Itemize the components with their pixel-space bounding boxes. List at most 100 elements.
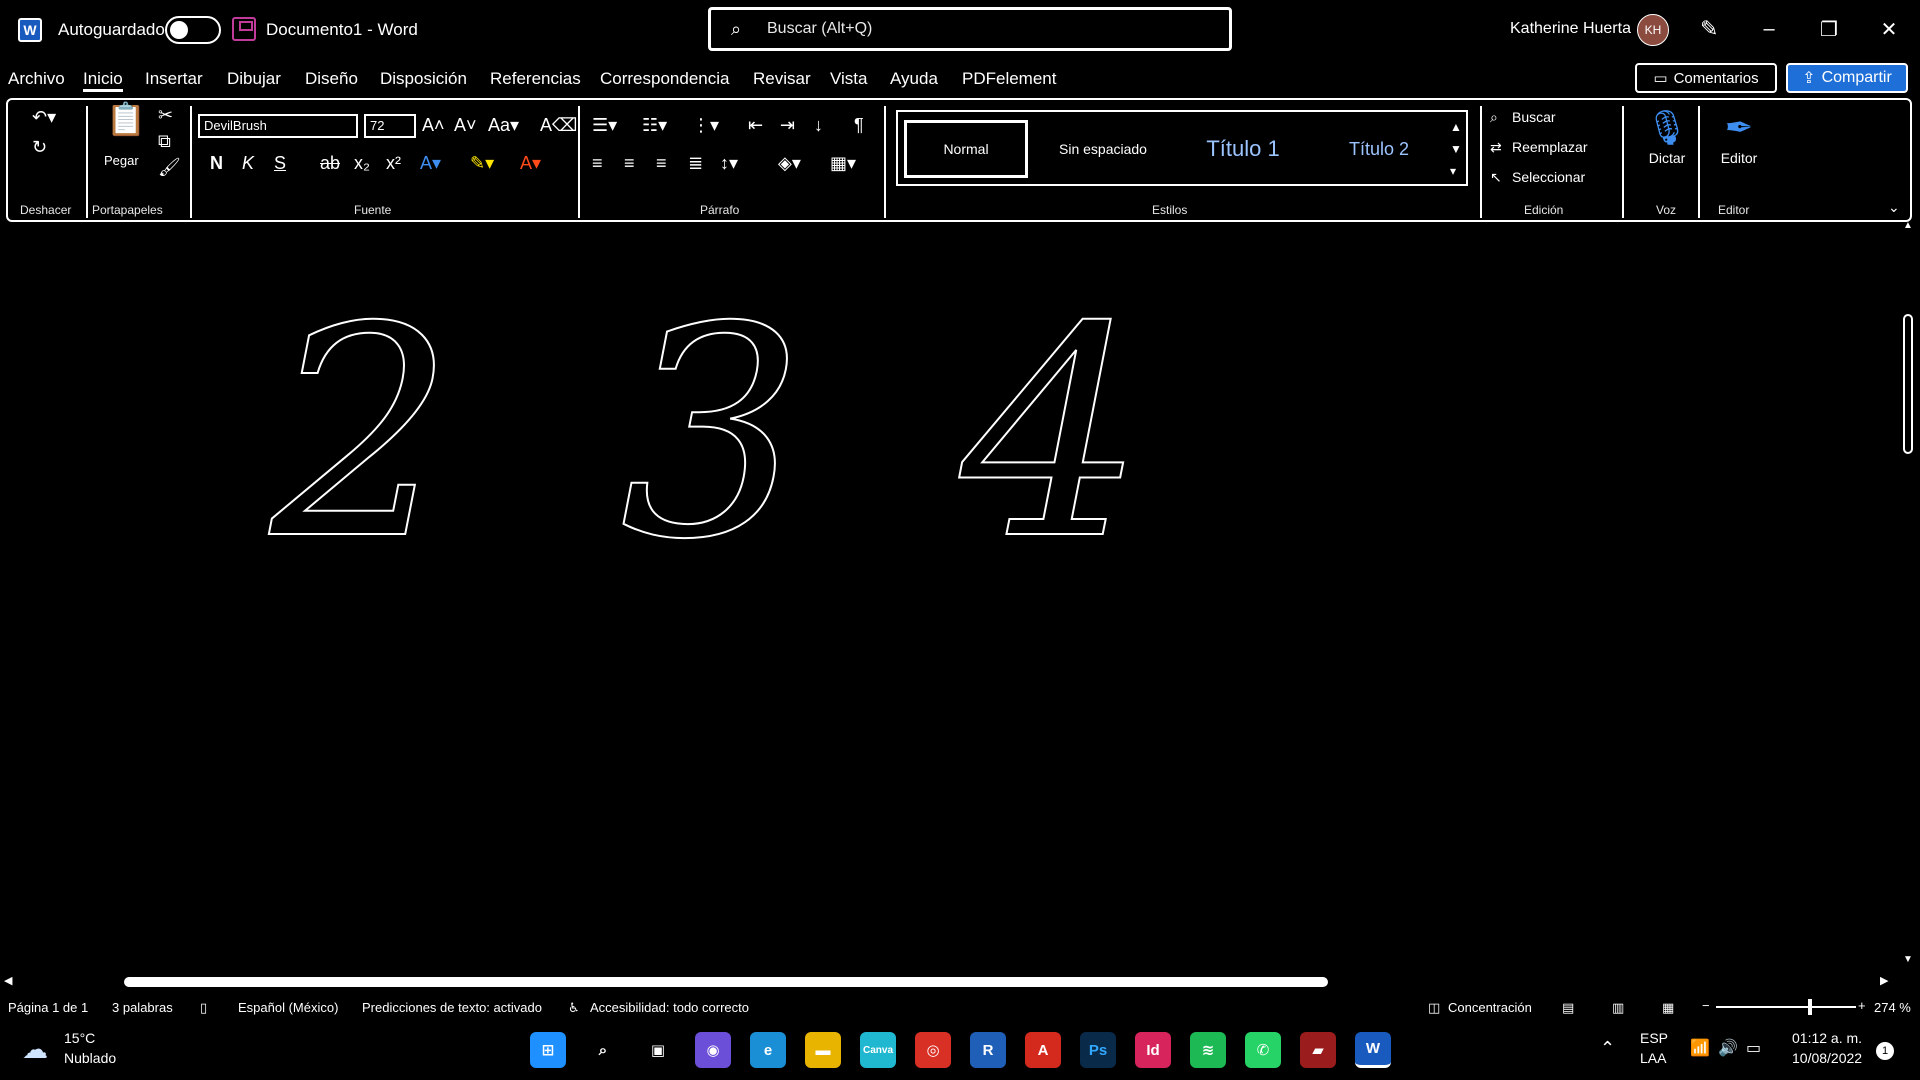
style-normal[interactable]: Normal (904, 120, 1028, 178)
underline-button[interactable]: S (274, 152, 286, 174)
select-label[interactable]: Seleccionar (1512, 166, 1585, 188)
italic-button[interactable]: K (242, 152, 254, 174)
align-center-icon[interactable]: ≡ (624, 152, 635, 174)
tab-insertar[interactable]: Insertar (145, 66, 203, 92)
highlight-icon[interactable]: ✎▾ (470, 152, 494, 174)
minimize-button[interactable]: – (1754, 14, 1784, 44)
clock-time[interactable]: 01:12 a. m. (1792, 1030, 1862, 1046)
avatar[interactable]: KH (1637, 14, 1669, 46)
accessibility-icon[interactable]: ♿ (568, 1000, 580, 1016)
cloud-icon[interactable]: ☁ (22, 1034, 48, 1065)
notification-badge[interactable]: 1 (1876, 1042, 1894, 1060)
scroll-left-icon[interactable]: ◀ (4, 974, 12, 987)
strikethrough-button[interactable]: ab (320, 152, 340, 174)
word-count[interactable]: 3 palabras (112, 1000, 173, 1015)
align-left-icon[interactable]: ≡ (592, 152, 603, 174)
canva-icon[interactable]: Canva (860, 1032, 896, 1068)
grow-font-icon[interactable]: A˄ (422, 114, 445, 136)
spotify-icon[interactable]: ≋ (1190, 1032, 1226, 1068)
print-layout-icon[interactable]: ▥ (1612, 1000, 1624, 1016)
start-icon[interactable]: ⊞ (530, 1032, 566, 1068)
style-heading-2[interactable]: Título 2 (1314, 120, 1444, 178)
tab-pdfelement[interactable]: PDFelement (962, 66, 1056, 92)
comments-button[interactable]: ▭ Comentarios (1635, 63, 1777, 93)
tray-chevron-icon[interactable]: ⌃ (1600, 1038, 1615, 1059)
font-color-icon[interactable]: A▾ (520, 152, 541, 174)
collapse-ribbon-icon[interactable]: ⌄ (1888, 196, 1900, 218)
select-icon[interactable]: ↖ (1490, 166, 1502, 188)
clock-date[interactable]: 10/08/2022 (1792, 1050, 1862, 1066)
share-button[interactable]: ⇪ Compartir (1786, 63, 1908, 93)
web-layout-icon[interactable]: ▦ (1662, 1000, 1674, 1016)
cut-icon[interactable]: ✂ (158, 104, 173, 126)
indesign-icon[interactable]: Id (1135, 1032, 1171, 1068)
decrease-indent-icon[interactable]: ⇤ (748, 114, 763, 136)
weather-description[interactable]: Nublado (64, 1050, 116, 1066)
font-size-select[interactable]: 72 (364, 114, 416, 138)
subscript-button[interactable]: x₂ (354, 152, 370, 174)
multilevel-list-icon[interactable]: ⋮▾ (692, 114, 719, 136)
align-right-icon[interactable]: ≡ (656, 152, 667, 174)
chrome-icon[interactable]: ◎ (915, 1032, 951, 1068)
sort-icon[interactable]: ↓ (814, 114, 823, 136)
restore-button[interactable]: ❐ (1814, 14, 1844, 44)
proofing-icon[interactable]: ▯ (200, 1000, 207, 1016)
replace-icon[interactable]: ⇄ (1490, 136, 1502, 158)
vertical-scroll-thumb[interactable] (1903, 314, 1913, 454)
language-code[interactable]: ESP (1640, 1030, 1668, 1046)
find-label[interactable]: Buscar (1512, 106, 1556, 128)
keyboard-layout[interactable]: LAA (1640, 1050, 1666, 1066)
superscript-button[interactable]: x² (386, 152, 401, 174)
pilcrow-icon[interactable]: ¶ (854, 114, 864, 136)
increase-indent-icon[interactable]: ⇥ (780, 114, 795, 136)
tab-inicio[interactable]: Inicio (83, 66, 123, 92)
word-taskbar-icon[interactable]: W (1355, 1032, 1391, 1068)
photoshop-icon[interactable]: Ps (1080, 1032, 1116, 1068)
vertical-scrollbar[interactable]: ▲ ▼ (1900, 220, 1916, 968)
text-effects-icon[interactable]: A▾ (420, 152, 441, 174)
styles-more-icon[interactable]: ▾ (1450, 160, 1456, 182)
tab-revisar[interactable]: Revisar (753, 66, 811, 92)
close-button[interactable]: ✕ (1874, 14, 1904, 44)
paste-icon[interactable]: 📋 (106, 103, 146, 135)
accessibility-status[interactable]: Accesibilidad: todo correcto (590, 1000, 749, 1015)
taskbar-search-icon[interactable]: ⌕ (585, 1032, 621, 1068)
tab-disposicion[interactable]: Disposición (380, 66, 467, 92)
copy-icon[interactable]: ⧉ (158, 130, 171, 152)
bullets-icon[interactable]: ☰▾ (592, 114, 617, 136)
paste-label[interactable]: Pegar (104, 150, 139, 172)
wifi-icon[interactable]: 📶 (1690, 1038, 1710, 1058)
styles-scroll-down-icon[interactable]: ▼ (1450, 138, 1462, 160)
justify-icon[interactable]: ≣ (688, 152, 703, 174)
save-icon[interactable] (232, 17, 256, 41)
font-name-select[interactable]: DevilBrush (198, 114, 358, 138)
horizontal-scrollbar[interactable]: ◀ ▶ (0, 974, 1900, 990)
page-count[interactable]: Página 1 de 1 (8, 1000, 88, 1015)
zoom-out-icon[interactable]: − (1702, 998, 1710, 1013)
revit-icon[interactable]: R (970, 1032, 1006, 1068)
user-name[interactable]: Katherine Huerta (1510, 20, 1631, 38)
red-app-icon[interactable]: ▰ (1300, 1032, 1336, 1068)
change-case-icon[interactable]: Aa▾ (488, 114, 519, 136)
zoom-slider[interactable] (1716, 1006, 1856, 1008)
language-status[interactable]: Español (México) (238, 1000, 338, 1015)
zoom-level[interactable]: 274 % (1874, 1000, 1911, 1015)
shrink-font-icon[interactable]: A˅ (454, 114, 477, 136)
zoom-slider-thumb[interactable] (1808, 999, 1812, 1015)
style-heading-1[interactable]: Título 1 (1178, 120, 1308, 178)
redo-icon[interactable]: ↻ (32, 136, 47, 158)
tab-correspondencia[interactable]: Correspondencia (600, 66, 729, 92)
chat-icon[interactable]: ◉ (695, 1032, 731, 1068)
horizontal-scroll-thumb[interactable] (124, 977, 1328, 987)
undo-icon[interactable]: ↶▾ (32, 106, 56, 128)
text-predictions-status[interactable]: Predicciones de texto: activado (362, 1000, 542, 1015)
numbering-icon[interactable]: ☷▾ (642, 114, 667, 136)
read-mode-icon[interactable]: ▤ (1562, 1000, 1574, 1016)
edge-icon[interactable]: e (750, 1032, 786, 1068)
designer-pen-icon[interactable]: ✎ (1700, 16, 1718, 42)
weather-temperature[interactable]: 15°C (64, 1030, 95, 1046)
tab-vista[interactable]: Vista (830, 66, 868, 92)
tab-archivo[interactable]: Archivo (8, 66, 65, 92)
whatsapp-icon[interactable]: ✆ (1245, 1032, 1281, 1068)
focus-mode[interactable]: Concentración (1448, 1000, 1532, 1015)
